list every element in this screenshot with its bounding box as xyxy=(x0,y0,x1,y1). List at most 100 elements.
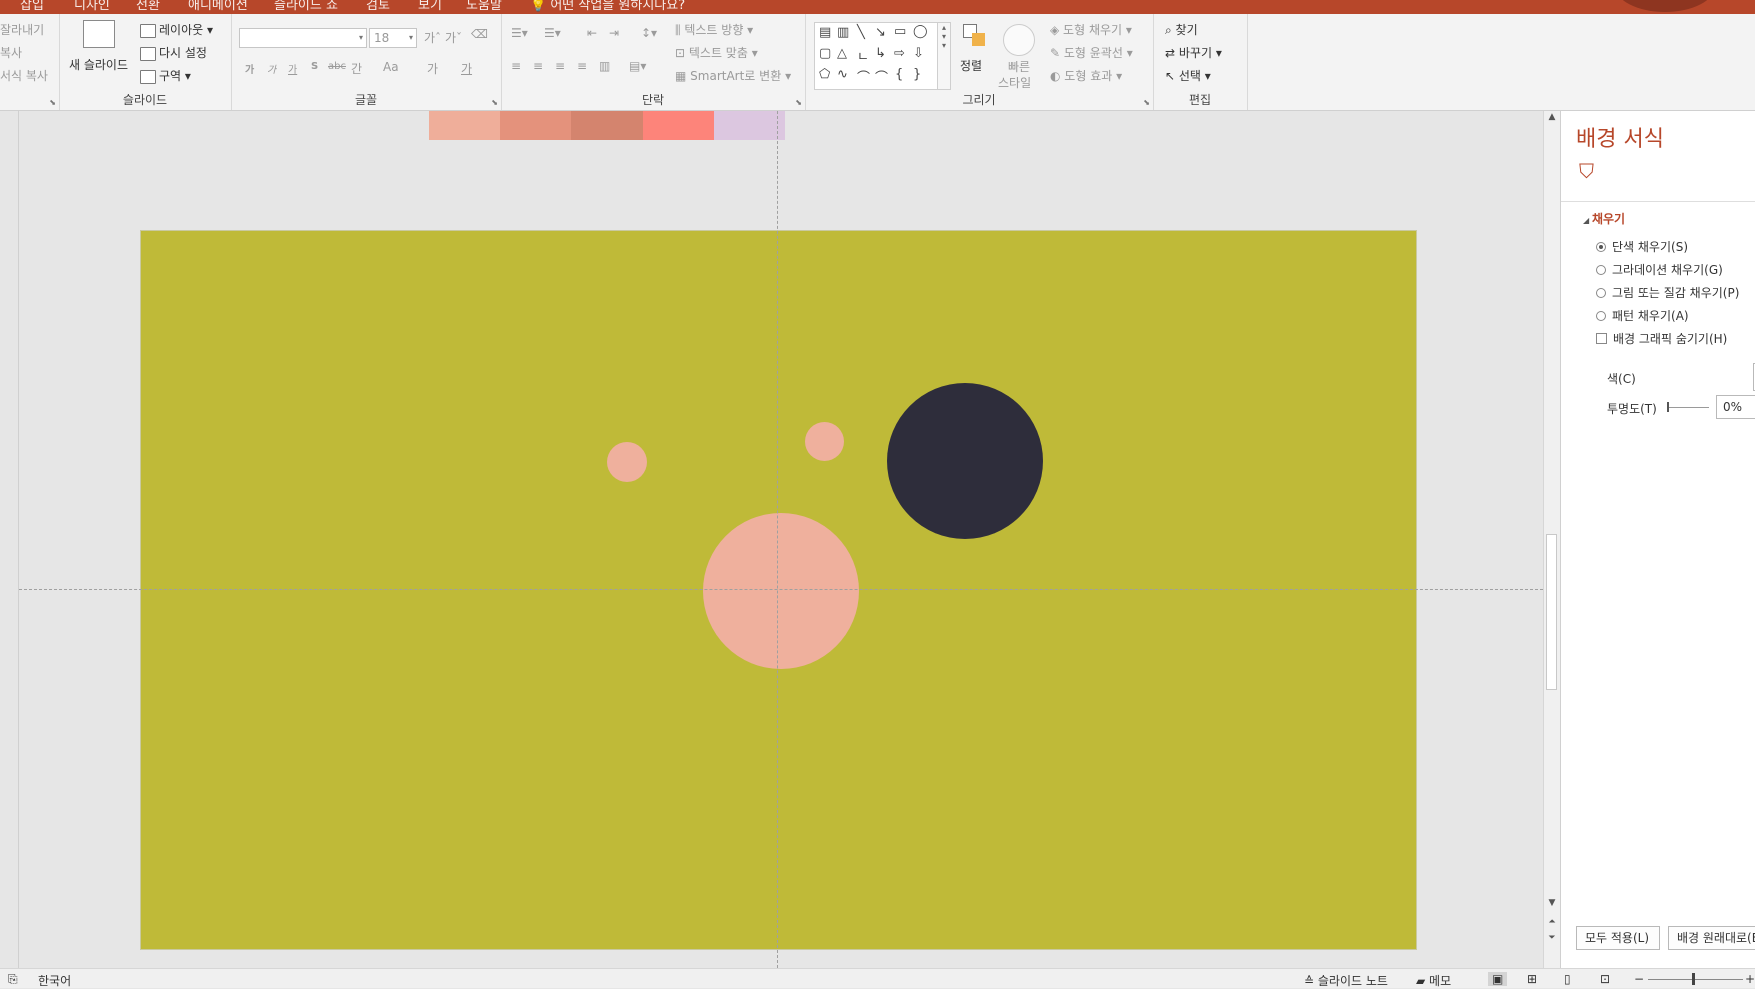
select-button[interactable]: ↖ 선택 ▾ xyxy=(1165,67,1211,84)
oval-shape-icon[interactable]: ◯ xyxy=(913,24,928,39)
columns-icon[interactable]: ▤▾ xyxy=(629,59,646,73)
palette-swatch-1[interactable] xyxy=(429,111,501,140)
zoom-in-icon[interactable]: + xyxy=(1745,972,1755,986)
slide[interactable] xyxy=(141,231,1416,949)
transparency-input[interactable]: 0% xyxy=(1716,395,1755,419)
replace-button[interactable]: ⇄ 바꾸기 ▾ xyxy=(1165,44,1222,61)
freeform-shape-icon[interactable]: ⬠ xyxy=(819,67,830,82)
arrange-button[interactable]: 정렬 xyxy=(960,57,982,74)
scroll-up-icon[interactable]: ▲ xyxy=(1544,112,1560,122)
underline-button[interactable]: 가 xyxy=(288,61,297,76)
distributed-icon[interactable]: ▥ xyxy=(599,59,610,73)
vertical-guide[interactable] xyxy=(777,111,778,968)
previous-slide-icon[interactable]: ⏶ xyxy=(1544,917,1560,927)
justify-icon[interactable]: ≡ xyxy=(577,59,587,73)
decrease-indent-icon[interactable]: ⇤ xyxy=(587,26,597,40)
paragraph-launcher-icon[interactable]: ⬊ xyxy=(795,98,802,107)
slide-sorter-icon[interactable]: ⊞ xyxy=(1527,972,1537,986)
next-slide-icon[interactable]: ⏷ xyxy=(1544,933,1560,943)
normal-view-icon[interactable]: ▣ xyxy=(1488,972,1508,986)
thumbnail-pane-edge[interactable] xyxy=(0,111,19,968)
clear-format-icon[interactable]: ⌫ xyxy=(471,27,488,41)
shrink-font-icon[interactable]: 가ˇ xyxy=(445,29,462,46)
tab-design[interactable]: 디자인 xyxy=(74,0,110,13)
arrow-line-shape-icon[interactable]: ↘ xyxy=(875,25,886,40)
font-launcher-icon[interactable]: ⬊ xyxy=(491,98,498,107)
avatar[interactable] xyxy=(1615,0,1715,12)
tab-help[interactable]: 도움말 xyxy=(466,0,502,13)
drawing-launcher-icon[interactable]: ⬊ xyxy=(1143,98,1150,107)
palette-swatch-2[interactable] xyxy=(500,111,572,140)
scribble-shape-icon[interactable]: ∿ xyxy=(837,67,848,82)
line-spacing-icon[interactable]: ↕▾ xyxy=(641,26,657,40)
shadow-button[interactable]: S xyxy=(311,61,318,72)
quick-styles-label[interactable]: 빠른 xyxy=(1008,58,1030,75)
fill-section-header[interactable]: ◢ 채우기 xyxy=(1583,210,1625,227)
dark-navy-circle[interactable] xyxy=(887,383,1043,539)
align-right-icon[interactable]: ≡ xyxy=(555,59,565,73)
pattern-fill-option[interactable]: 패턴 채우기(A) xyxy=(1596,307,1689,324)
elbow-arrow-icon[interactable]: ↳ xyxy=(875,46,886,61)
palette-swatch-5[interactable] xyxy=(713,111,786,140)
small-pink-circle-left[interactable] xyxy=(607,442,647,482)
bold-button[interactable]: 가 xyxy=(245,61,254,76)
elbow-connector-icon[interactable]: ㄴ xyxy=(857,46,869,65)
reading-view-icon[interactable]: ▯ xyxy=(1564,972,1571,986)
spellcheck-icon[interactable]: ⎘ xyxy=(8,972,18,987)
shape-effects-button[interactable]: ◐ 도형 효과 ▾ xyxy=(1050,67,1122,84)
numbering-icon[interactable]: ☰▾ xyxy=(544,26,561,40)
grow-font-icon[interactable]: 가ˆ xyxy=(424,29,441,46)
right-arrow-shape-icon[interactable]: ⇨ xyxy=(894,46,905,61)
shape-outline-button[interactable]: ✎ 도형 윤곽선 ▾ xyxy=(1050,44,1133,61)
font-name-combo[interactable]: ▾ xyxy=(239,28,367,48)
tab-slideshow[interactable]: 슬라이드 쇼 xyxy=(274,0,338,13)
format-painter-button[interactable]: 서식 복사 xyxy=(0,67,48,84)
down-arrow-shape-icon[interactable]: ⇩ xyxy=(913,46,924,61)
vertical-scrollbar[interactable]: ▲ ▼ ⏶ ⏷ xyxy=(1543,111,1560,968)
smartart-button[interactable]: ▦ SmartArt로 변환 ▾ xyxy=(675,67,791,84)
shape-gallery[interactable]: ▤ ▥ ╲ ↘ ▭ ◯ ▢ △ ㄴ ↳ ⇨ ⇩ ⬠ ∿ ⌒ ⌒ { } ▴ ▾ ▾ xyxy=(814,22,951,90)
slide-canvas[interactable] xyxy=(19,111,1543,968)
strikethrough-button[interactable]: abc xyxy=(328,61,346,72)
tab-insert[interactable]: 삽입 xyxy=(20,0,44,13)
align-text-button[interactable]: ⊡ 텍스트 맞춤 ▾ xyxy=(675,44,758,61)
reset-button[interactable]: 다시 설정 xyxy=(140,44,207,61)
tab-transitions[interactable]: 전환 xyxy=(136,0,160,13)
copy-button[interactable]: 복사 xyxy=(0,44,22,61)
font-color-button[interactable]: 가 xyxy=(461,60,472,77)
tab-review[interactable]: 검토 xyxy=(366,0,390,13)
curve-shape-icon[interactable]: ⌒ xyxy=(875,67,888,86)
notes-button[interactable]: ≙ 슬라이드 노트 xyxy=(1304,972,1388,989)
rounded-rect-shape-icon[interactable]: ▢ xyxy=(819,46,831,61)
transparency-slider-thumb[interactable] xyxy=(1667,402,1669,412)
right-brace-shape-icon[interactable]: } xyxy=(913,67,921,82)
reset-background-button[interactable]: 배경 원래대로(B) xyxy=(1668,926,1755,950)
picture-fill-option[interactable]: 그림 또는 질감 채우기(P) xyxy=(1596,284,1739,301)
clipboard-launcher-icon[interactable]: ⬊ xyxy=(49,98,56,107)
language-indicator[interactable]: 한국어 xyxy=(38,972,71,989)
new-slide-icon[interactable] xyxy=(83,20,115,48)
tab-view[interactable]: 보기 xyxy=(418,0,442,13)
tell-me-search[interactable]: 💡 어떤 작업을 원하시나요? xyxy=(530,0,685,13)
char-spacing-button[interactable]: 간 xyxy=(351,60,362,77)
left-brace-shape-icon[interactable]: { xyxy=(895,67,903,82)
comments-button[interactable]: ▰ 메모 xyxy=(1416,972,1451,989)
scroll-thumb[interactable] xyxy=(1546,534,1557,690)
align-left-icon[interactable]: ≡ xyxy=(511,59,521,73)
italic-button[interactable]: 가 xyxy=(267,61,276,76)
zoom-slider[interactable] xyxy=(1648,979,1743,980)
bullets-icon[interactable]: ☰▾ xyxy=(511,26,528,40)
slideshow-view-icon[interactable]: ⊡ xyxy=(1600,972,1610,986)
change-case-button[interactable]: Aa xyxy=(383,60,399,74)
palette-swatch-3[interactable] xyxy=(571,111,643,140)
new-slide-button[interactable]: 새 슬라이드 xyxy=(69,56,128,73)
large-pink-circle[interactable] xyxy=(703,513,859,669)
tab-animations[interactable]: 애니메이션 xyxy=(188,0,248,13)
layout-button[interactable]: 레이아웃 ▾ xyxy=(140,21,213,38)
small-pink-circle-top[interactable] xyxy=(805,422,844,461)
line-shape-icon[interactable]: ╲ xyxy=(857,25,865,40)
vertical-textbox-shape-icon[interactable]: ▥ xyxy=(837,25,849,40)
arc-shape-icon[interactable]: ⌒ xyxy=(857,67,870,86)
font-size-combo[interactable]: 18 ▾ xyxy=(369,28,417,48)
rectangle-shape-icon[interactable]: ▭ xyxy=(894,24,906,39)
